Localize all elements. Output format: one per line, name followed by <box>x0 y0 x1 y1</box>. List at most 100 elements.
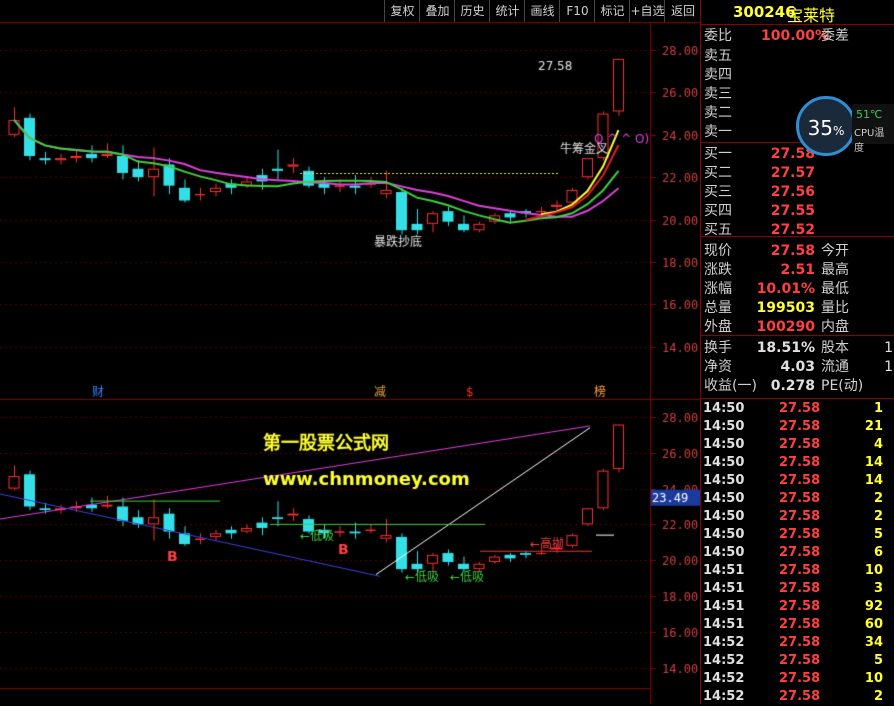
cpu-percent: 35 <box>807 116 834 140</box>
quote-value: 10.01% <box>756 281 815 297</box>
tick-price: 27.58 <box>779 653 821 668</box>
tick-volume: 60 <box>864 617 883 632</box>
book-label: 买三 <box>704 184 732 200</box>
fund-row-1: 净资 4.03 流通 1 <box>701 358 894 376</box>
tick-row: 14:50 27.58 14 <box>701 472 894 490</box>
tick-row: 14:50 27.58 1 <box>701 400 894 418</box>
kline-chart[interactable] <box>0 0 700 704</box>
tick-price: 27.58 <box>779 671 821 686</box>
quote-label: 总量 <box>704 300 732 316</box>
tick-price: 27.58 <box>779 509 821 524</box>
tick-volume: 2 <box>873 689 883 704</box>
tick-time: 14:50 <box>703 455 745 470</box>
toolbar-button-1[interactable]: 叠加 <box>419 0 455 22</box>
tick-row: 14:50 27.58 2 <box>701 490 894 508</box>
tick-price: 27.58 <box>779 545 821 560</box>
fund-label: 净资 <box>704 359 732 375</box>
fund-right: 1 <box>884 340 893 356</box>
toolbar-button-5[interactable]: F10 <box>559 0 595 22</box>
book-label: 买四 <box>704 203 732 219</box>
tick-time: 14:50 <box>703 401 745 416</box>
tick-time: 14:50 <box>703 527 745 542</box>
quote-row-0: 现价 27.58 今开 <box>701 242 894 260</box>
ask-row-1[interactable]: 卖四 <box>701 66 894 84</box>
quote-label: 涨跌 <box>704 262 732 278</box>
toolbar-button-4[interactable]: 画线 <box>524 0 560 22</box>
tick-row: 14:52 27.58 34 <box>701 634 894 652</box>
tick-price: 27.58 <box>779 401 821 416</box>
tick-time: 14:51 <box>703 581 745 596</box>
quote-label-2: 内盘 <box>821 319 849 335</box>
tick-volume: 6 <box>873 545 883 560</box>
quote-value: 100290 <box>756 319 815 335</box>
tick-row: 14:51 27.58 3 <box>701 580 894 598</box>
quote-value: 199503 <box>756 300 815 316</box>
toolbar-button-8[interactable]: 返回 <box>664 0 701 22</box>
book-label: 卖一 <box>704 124 732 140</box>
tick-volume: 21 <box>864 419 883 434</box>
bid-row-3[interactable]: 买四 27.55 <box>701 202 894 220</box>
fund-row-2: 收益(一) 0.278 PE(动) <box>701 377 894 395</box>
fund-label: 收益(一) <box>704 378 757 394</box>
tick-volume: 34 <box>864 635 883 650</box>
tick-volume: 5 <box>873 527 883 542</box>
tick-row: 14:51 27.58 92 <box>701 598 894 616</box>
quote-label-2: 最高 <box>821 262 849 278</box>
book-price: 27.56 <box>770 184 815 200</box>
tick-time: 14:50 <box>703 419 745 434</box>
separator <box>701 398 894 399</box>
tick-price: 27.58 <box>779 437 821 452</box>
toolbar-button-7[interactable]: +自选 <box>629 0 665 22</box>
bid-row-1[interactable]: 买二 27.57 <box>701 164 894 182</box>
order-ratio-row: 委比 100.00% 委差 <box>701 27 894 45</box>
tick-volume: 14 <box>864 473 883 488</box>
cpu-temp: 51℃ <box>856 108 883 121</box>
cpu-temp-panel: 51℃ CPU温度 <box>852 104 894 154</box>
book-price: 27.55 <box>770 203 815 219</box>
quote-label-2: 最低 <box>821 281 849 297</box>
ask-row-0[interactable]: 卖五 <box>701 47 894 65</box>
separator <box>701 236 894 237</box>
book-label: 卖五 <box>704 48 732 64</box>
book-label: 卖三 <box>704 86 732 102</box>
cpu-unit: % <box>833 124 845 138</box>
tick-volume: 2 <box>873 509 883 524</box>
tick-volume: 1 <box>873 401 883 416</box>
quote-value: 2.51 <box>780 262 815 278</box>
tick-price: 27.58 <box>779 617 821 632</box>
tick-price: 27.58 <box>779 455 821 470</box>
toolbar-button-6[interactable]: 标记 <box>594 0 630 22</box>
tick-row: 14:52 27.58 5 <box>701 652 894 670</box>
tick-price: 27.58 <box>779 473 821 488</box>
toolbar-button-0[interactable]: 复权 <box>384 0 420 22</box>
tick-row: 14:52 27.58 2 <box>701 688 894 706</box>
fund-value: 4.03 <box>780 359 815 375</box>
stock-header: 300246 宝莱特 <box>701 0 894 25</box>
quote-value: 27.58 <box>770 243 815 259</box>
tick-time: 14:50 <box>703 491 745 506</box>
quote-row-1: 涨跌 2.51 最高 <box>701 261 894 279</box>
tick-volume: 10 <box>864 671 883 686</box>
tick-row: 14:50 27.58 4 <box>701 436 894 454</box>
toolbar-button-2[interactable]: 历史 <box>454 0 490 22</box>
toolbar-button-3[interactable]: 统计 <box>489 0 525 22</box>
book-price: 27.57 <box>770 165 815 181</box>
fund-label: 换手 <box>704 340 732 356</box>
fund-value: 18.51% <box>756 340 815 356</box>
fund-right: 1 <box>884 359 893 375</box>
tick-volume: 2 <box>873 491 883 506</box>
tick-price: 27.58 <box>779 635 821 650</box>
tick-time: 14:52 <box>703 635 745 650</box>
tick-time: 14:50 <box>703 437 745 452</box>
ask-row-2[interactable]: 卖三 <box>701 85 894 103</box>
cpu-gauge[interactable]: 35% <box>796 96 856 156</box>
quote-label: 涨幅 <box>704 281 732 297</box>
tick-row: 14:51 27.58 60 <box>701 616 894 634</box>
quote-row-2: 涨幅 10.01% 最低 <box>701 280 894 298</box>
book-label: 买二 <box>704 165 732 181</box>
quote-label-2: 量比 <box>821 300 849 316</box>
tick-time: 14:51 <box>703 599 745 614</box>
bid-row-2[interactable]: 买三 27.56 <box>701 183 894 201</box>
tick-volume: 10 <box>864 563 883 578</box>
tick-price: 27.58 <box>779 581 821 596</box>
